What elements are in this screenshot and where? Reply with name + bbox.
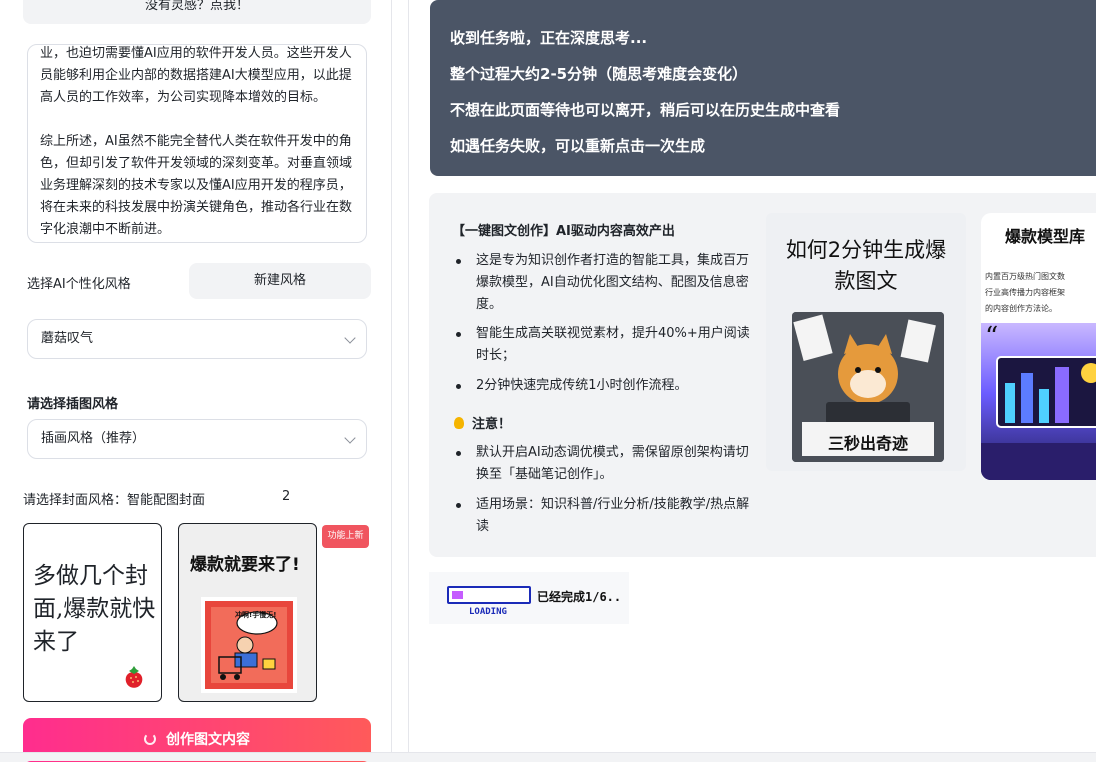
article-textarea[interactable]: 业，也迫切需要懂AI应用的软件开发人员。这些开发人员能够利用企业内部的数据搭建A… bbox=[27, 44, 367, 243]
loading-label: LOADING bbox=[469, 607, 507, 617]
cover-count: 2 bbox=[282, 489, 291, 504]
ai-style-value: 蘑菇叹气 bbox=[41, 331, 94, 346]
feature-info-card: 【一键图文创作】AI驱动内容高效产出 这是专为知识创作者打造的智能工具，集成百万… bbox=[429, 193, 1096, 557]
right-panel: 收到任务啦，正在深度思考... 整个过程大约2-5分钟（随思考难度会变化） 不想… bbox=[409, 0, 1096, 761]
illustration-label: 请选择插图风格 bbox=[27, 397, 119, 412]
cover2-illustration: 冲啊!手慢无! bbox=[201, 597, 297, 693]
ai-style-select[interactable]: 蘑菇叹气 bbox=[27, 319, 367, 359]
shiba-illustration: 三秒出奇迹 bbox=[792, 312, 944, 462]
cover2-art-text: 冲啊!手慢无! bbox=[235, 611, 277, 619]
chevron-down-icon bbox=[344, 332, 356, 344]
thumb1-caption: 三秒出奇迹 bbox=[827, 434, 908, 453]
cover2-title: 爆款就要来了! bbox=[190, 555, 300, 575]
svg-text:“: “ bbox=[985, 323, 998, 352]
illustration-value: 插画风格（推荐） bbox=[41, 431, 146, 446]
strawberry-icon bbox=[125, 666, 143, 688]
bottom-bar bbox=[0, 752, 1096, 761]
info-bullet: 智能生成高关联视觉素材，提升40%+用户阅读时长； bbox=[456, 323, 756, 367]
new-feature-badge: 功能上新 bbox=[322, 525, 369, 548]
article-paragraph: 业，也迫切需要懂AI应用的软件开发人员。这些开发人员能够利用企业内部的数据搭建A… bbox=[40, 46, 352, 105]
create-button-label: 创作图文内容 bbox=[166, 732, 250, 748]
cover-option-1[interactable]: 多做几个封面,爆款就快来了 bbox=[23, 523, 162, 702]
loading-spinner-icon bbox=[144, 733, 156, 745]
progress-text: 已经完成1/6.. bbox=[537, 590, 622, 604]
status-line: 整个过程大约2-5分钟（随思考难度会变化） bbox=[450, 65, 748, 83]
chevron-down-icon bbox=[344, 432, 356, 444]
status-line: 如遇任务失败，可以重新点击一次生成 bbox=[450, 137, 706, 155]
cover1-text: 多做几个封面,爆款就快来了 bbox=[33, 563, 156, 655]
panel-divider bbox=[392, 0, 409, 761]
cover-option-2[interactable]: 爆款就要来了! 冲啊!手慢无! bbox=[178, 523, 317, 702]
new-style-button[interactable]: 新建风格 bbox=[189, 263, 371, 299]
cover-label: 请选择封面风格：智能配图封面 bbox=[23, 493, 206, 508]
status-line: 收到任务啦，正在深度思考... bbox=[450, 29, 648, 47]
inspire-button[interactable]: 没有灵感？点我！ bbox=[23, 0, 371, 24]
note-title: 注意！ bbox=[454, 413, 511, 432]
status-line: 不想在此页面等待也可以离开，稍后可以在历史生成中查看 bbox=[450, 101, 841, 119]
progress-fill bbox=[452, 591, 464, 599]
note-bullet: 适用场景：知识科普/行业分析/技能教学/热点解读 bbox=[456, 494, 756, 538]
thumb2-subtitle: 内置百万级热门图文数 行业高传播力内容框架 的内容创作方法论。 bbox=[985, 272, 1065, 313]
sample-thumbnail-2[interactable]: 爆款模型库 内置百万级热门图文数 行业高传播力内容框架 的内容创作方法论。 “ bbox=[981, 213, 1096, 480]
lightbulb-icon bbox=[454, 417, 464, 429]
illustration-select[interactable]: 插画风格（推荐） bbox=[27, 419, 367, 459]
thumb1-title: 如何2分钟生成爆款图文 bbox=[785, 238, 947, 293]
progress-bar bbox=[447, 586, 531, 604]
info-heading: 【一键图文创作】AI驱动内容高效产出 bbox=[452, 224, 675, 239]
info-bullet: 2分钟快速完成传统1小时创作流程。 bbox=[456, 375, 756, 397]
info-bullet: 这是专为知识创作者打造的智能工具，集成百万爆款模型，AI自动优化图文结构、配图及… bbox=[456, 250, 756, 316]
note-bullet: 默认开启AI动态调优模式，需保留原创架构请切换至「基础笔记创作」。 bbox=[456, 442, 756, 486]
article-paragraph: 综上所述，AI虽然不能完全替代人类在软件开发中的角色，但却引发了软件开发领域的深… bbox=[40, 134, 353, 237]
status-card: 收到任务啦，正在深度思考... 整个过程大约2-5分钟（随思考难度会变化） 不想… bbox=[430, 0, 1096, 176]
sample-thumbnail-1[interactable]: 如何2分钟生成爆款图文 三秒出奇迹 bbox=[766, 213, 966, 471]
city-illustration: “ bbox=[981, 322, 1096, 480]
left-panel: 没有灵感？点我！ 业，也迫切需要懂AI应用的软件开发人员。这些开发人员能够利用企… bbox=[0, 0, 392, 762]
thumb2-title: 爆款模型库 bbox=[1005, 227, 1086, 246]
ai-style-label: 选择AI个性化风格 bbox=[27, 277, 131, 292]
loading-indicator: LOADING 已经完成1/6.. bbox=[429, 572, 629, 624]
